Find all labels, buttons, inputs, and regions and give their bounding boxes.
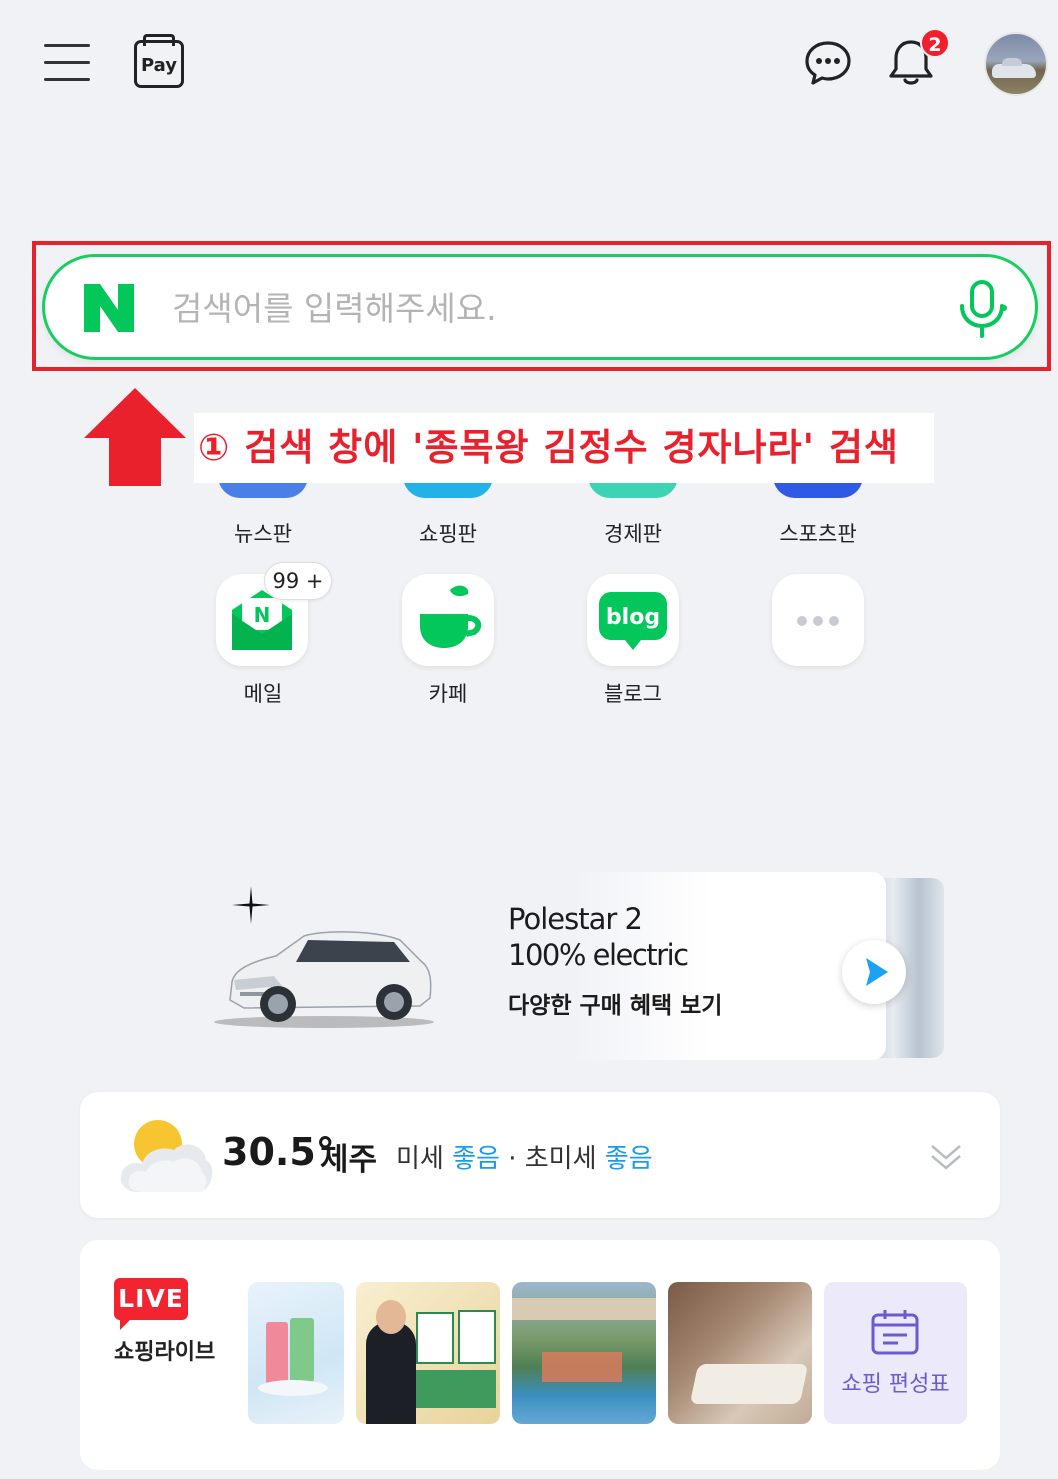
- app-label-blog[interactable]: 블로그: [553, 678, 713, 708]
- partly-cloudy-icon: [118, 1116, 214, 1196]
- blog-icon: blog: [599, 592, 667, 650]
- city-name: 제주: [320, 1142, 378, 1178]
- more-apps-button[interactable]: [772, 574, 864, 666]
- ad-play-button[interactable]: [842, 940, 906, 1004]
- app-label-economy[interactable]: 경제판: [553, 518, 713, 548]
- chevron-down-icon[interactable]: [928, 1138, 964, 1172]
- live-thumbnail-1[interactable]: [248, 1282, 344, 1424]
- instruction-annotation: ① 검색 창에 '종목왕 김정수 경자나라' 검색: [194, 413, 934, 483]
- blog-app-tile[interactable]: blog: [587, 574, 679, 666]
- pay-label: Pay: [140, 55, 178, 76]
- ultrafine-dust-label: 초미세: [524, 1144, 597, 1174]
- ad-cta-text: 다양한 구매 혜택 보기: [508, 993, 723, 1019]
- ad-headline: Polestar 2: [508, 902, 643, 936]
- microphone-icon[interactable]: [954, 278, 1010, 340]
- shopping-live-title[interactable]: 쇼핑라이브: [114, 1334, 215, 1366]
- shopping-schedule-button[interactable]: [824, 1282, 967, 1424]
- app-label-news[interactable]: 뉴스판: [183, 518, 343, 548]
- cafe-app-tile[interactable]: [402, 574, 494, 666]
- svg-text:N: N: [254, 603, 271, 627]
- app-label-cafe[interactable]: 카페: [368, 678, 528, 708]
- live-thumbnail-4[interactable]: [668, 1282, 812, 1424]
- red-arrow-up-icon: [82, 386, 188, 488]
- temperature: 30.5°: [222, 1130, 335, 1174]
- fine-dust-value: 좋음: [452, 1144, 500, 1174]
- svg-text:blog: blog: [606, 605, 660, 630]
- app-label-shopping[interactable]: 쇼핑판: [368, 518, 528, 548]
- air-quality: 미세 좋음 · 초미세 좋음: [396, 1138, 653, 1175]
- naver-logo-icon[interactable]: [80, 280, 138, 336]
- calendar-icon: [871, 1310, 919, 1355]
- mail-count-badge: 99 +: [264, 562, 332, 600]
- play-icon: [866, 958, 888, 986]
- notification-badge: 2: [920, 28, 950, 58]
- sparkle-icon: [232, 886, 270, 924]
- cafe-icon: [420, 585, 482, 648]
- app-label-sports[interactable]: 스포츠판: [738, 518, 898, 548]
- live-thumbnail-3[interactable]: [512, 1282, 656, 1424]
- more-icon: [797, 616, 839, 626]
- chat-icon[interactable]: [804, 40, 852, 86]
- naver-pay-icon[interactable]: Pay: [134, 34, 184, 88]
- menu-icon[interactable]: [44, 44, 90, 82]
- shopping-schedule-label[interactable]: 쇼핑 편성표: [824, 1366, 967, 1398]
- separator: ·: [508, 1144, 517, 1174]
- app-label-mail[interactable]: 메일: [183, 678, 343, 708]
- ultrafine-dust-value: 좋음: [604, 1144, 653, 1174]
- car-image: [204, 920, 440, 1032]
- search-input[interactable]: [172, 280, 892, 336]
- ad-subheadline: 100% electric: [508, 938, 689, 972]
- live-badge: LIVE: [114, 1278, 188, 1330]
- avatar[interactable]: [984, 32, 1048, 96]
- live-thumbnail-2[interactable]: [356, 1282, 500, 1424]
- fine-dust-label: 미세: [396, 1144, 444, 1174]
